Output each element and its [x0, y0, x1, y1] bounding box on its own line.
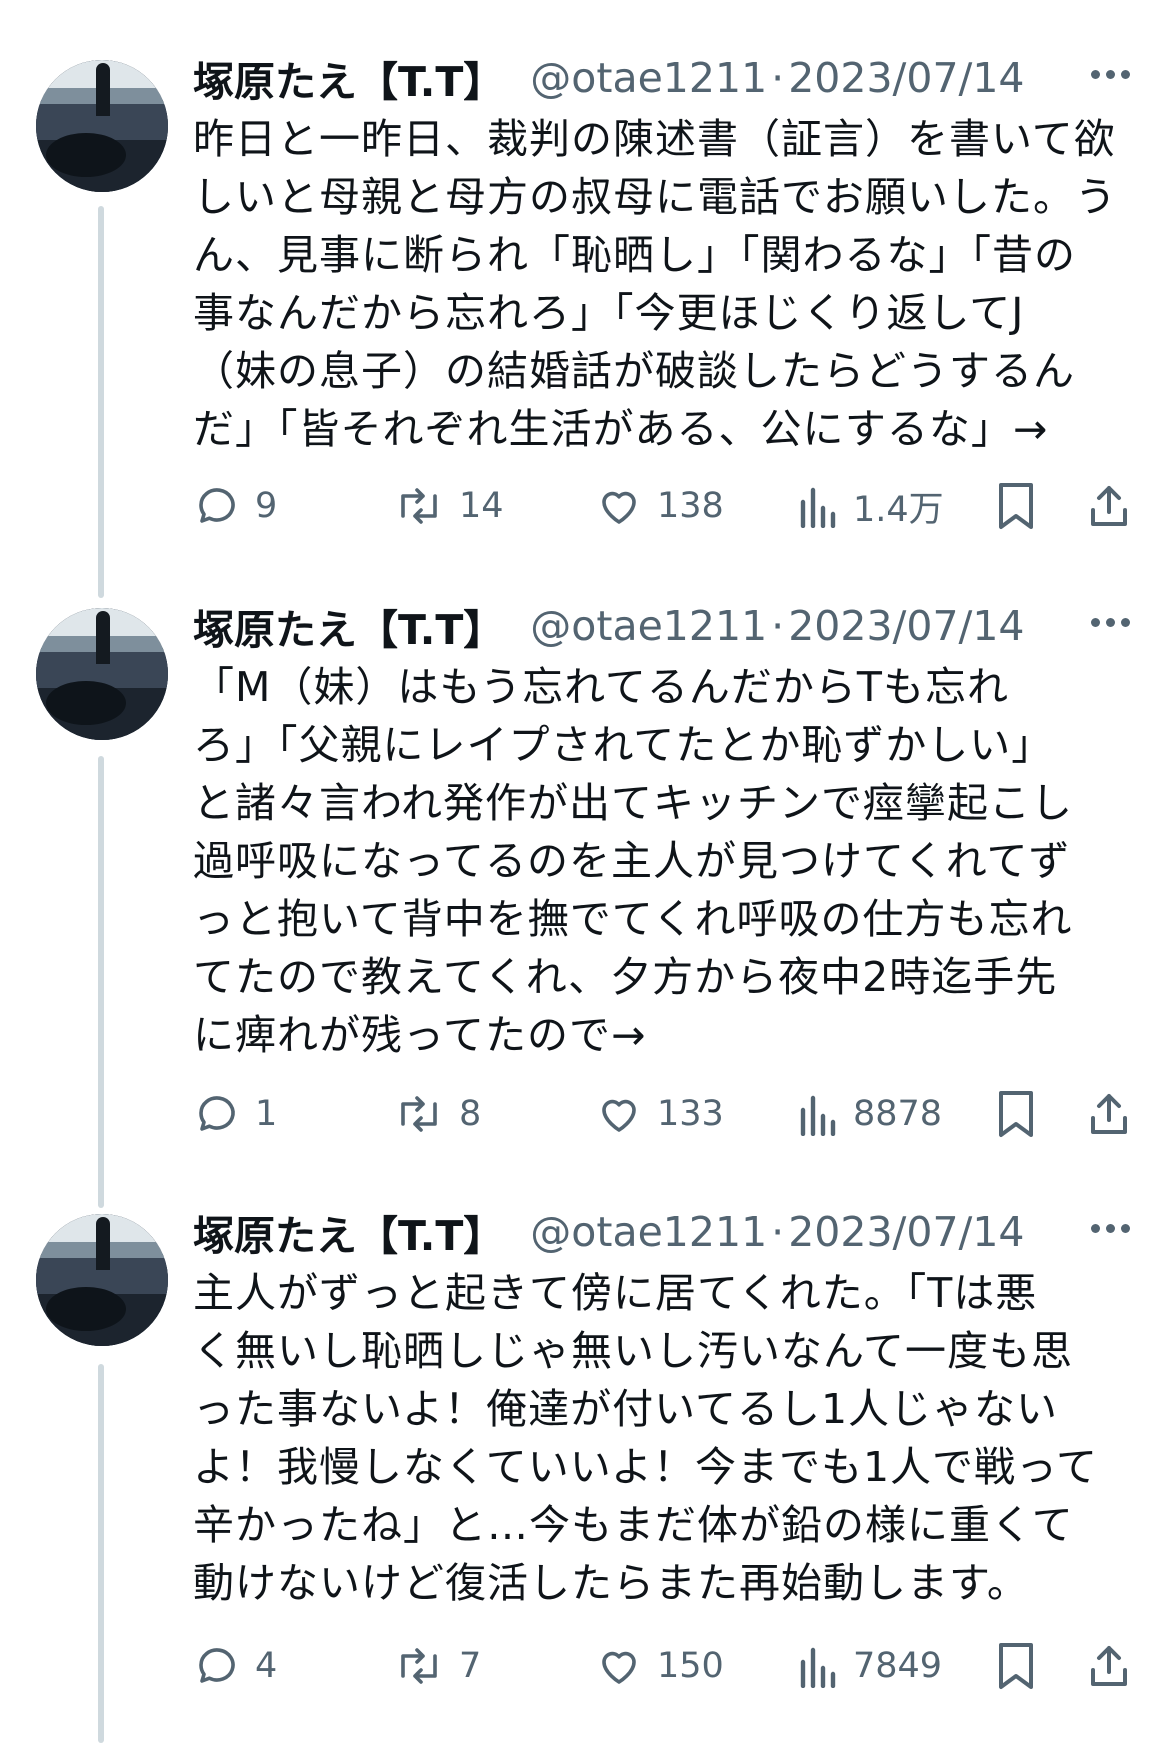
display-name[interactable]: 塚原たえ【T.T】: [193, 48, 504, 108]
tweet-text-line: （妹の息子）の結婚話が破談したらどうするん: [193, 347, 1075, 395]
retweet-count: 7: [459, 1646, 482, 1686]
more-dots-icon[interactable]: [1091, 1224, 1130, 1233]
tweet-header: 塚原たえ【T.T】 @otae1211 · 2023/07/14: [193, 1204, 1130, 1260]
tweet-header: 塚原たえ【T.T】 @otae1211 · 2023/07/14: [193, 50, 1130, 106]
retweet-count: 14: [459, 486, 504, 526]
reply-button[interactable]: 4: [193, 1636, 277, 1696]
reply-icon: [193, 482, 241, 530]
share-icon: [1085, 1642, 1133, 1690]
more-dots-icon[interactable]: [1091, 618, 1130, 627]
tweet-text-line: と諸々言われ発作が出てキッチンで痙攣起こし: [193, 779, 1073, 827]
separator: ·: [771, 602, 785, 650]
tweet-text-line: てたので教えてくれ、夕方から夜中2時迄手先: [193, 953, 1058, 1001]
reply-count: 9: [255, 486, 278, 526]
share-button[interactable]: [1085, 1084, 1133, 1144]
bookmark-button[interactable]: [995, 476, 1037, 536]
tweet-text-line: に痺れが残ってたので→: [193, 1011, 647, 1059]
display-name[interactable]: 塚原たえ【T.T】: [193, 1202, 504, 1262]
views-chart-icon: [797, 484, 839, 528]
user-handle[interactable]: @otae1211: [530, 1208, 767, 1256]
retweet-button[interactable]: 14: [393, 476, 504, 536]
reply-icon: [193, 1642, 241, 1690]
like-button[interactable]: 150: [595, 1636, 724, 1696]
tweet-text: 主人がずっと起きて傍に居てくれた。「Tは悪 く無いし恥晒しじゃ無いし汚いなんて一…: [193, 1264, 1143, 1612]
like-count: 138: [657, 486, 724, 526]
views-button[interactable]: 1.4万: [797, 476, 944, 536]
views-chart-icon: [797, 1092, 839, 1136]
reply-icon: [193, 1090, 241, 1138]
retweet-icon: [393, 1090, 445, 1138]
tweet-text-line: 昨日と一昨日、裁判の陳述書（証言）を書いて欲: [193, 115, 1116, 163]
tweet-text-line: しいと母親と母方の叔母に電話でお願いした。う: [193, 173, 1117, 221]
tweet-text-line: だ」「皆それぞれ生活がある、公にするな」→: [193, 405, 1049, 453]
tweet-text-line: ろ」「父親にレイプされてたとか恥ずかしい」: [193, 721, 1054, 769]
avatar[interactable]: [36, 60, 168, 192]
avatar[interactable]: [36, 608, 168, 740]
separator: ·: [771, 1208, 785, 1256]
thread-connector-line: [98, 206, 104, 598]
retweet-icon: [393, 482, 445, 530]
tweet-text: 「M（妹）はもう忘れてるんだからTも忘れ ろ」「父親にレイプされてたとか恥ずかし…: [193, 658, 1143, 1064]
view-count: 7849: [853, 1646, 943, 1686]
bookmark-icon: [995, 1641, 1037, 1691]
post-date[interactable]: 2023/07/14: [788, 602, 1024, 650]
views-button[interactable]: 7849: [797, 1636, 942, 1696]
avatar[interactable]: [36, 1214, 168, 1346]
tweet-header: 塚原たえ【T.T】 @otae1211 · 2023/07/14: [193, 598, 1130, 654]
tweet-text-line: 主人がずっと起きて傍に居てくれた。「Tは悪: [193, 1269, 1038, 1317]
retweet-button[interactable]: 7: [393, 1636, 481, 1696]
tweet-text-line: 辛かったね」と…今もまだ体が鉛の様に重くて: [193, 1501, 1074, 1549]
share-icon: [1085, 482, 1133, 530]
share-button[interactable]: [1085, 476, 1133, 536]
view-count: 8878: [853, 1094, 943, 1134]
heart-icon: [595, 1642, 643, 1690]
tweet-text-line: 動けないけど復活したらまた再始動します。: [193, 1559, 1029, 1607]
reply-count: 1: [255, 1094, 278, 1134]
heart-icon: [595, 1090, 643, 1138]
reply-button[interactable]: 9: [193, 476, 277, 536]
views-chart-icon: [797, 1644, 839, 1688]
tweet-text-line: 「M（妹）はもう忘れてるんだからTも忘れ: [193, 663, 1009, 711]
heart-icon: [595, 482, 643, 530]
thread-connector-line: [98, 1364, 104, 1743]
tweet-text-line: 事なんだから忘れろ」「今更ほじくり返してJ: [193, 289, 1025, 337]
tweet-text-line: く無いし恥晒しじゃ無いし汚いなんて一度も思: [193, 1327, 1073, 1375]
user-handle[interactable]: @otae1211: [530, 54, 767, 102]
retweet-count: 8: [459, 1094, 482, 1134]
display-name[interactable]: 塚原たえ【T.T】: [193, 596, 504, 656]
tweet-text: 昨日と一昨日、裁判の陳述書（証言）を書いて欲 しいと母親と母方の叔母に電話でお願…: [193, 110, 1143, 458]
bookmark-icon: [995, 481, 1037, 531]
reply-button[interactable]: 1: [193, 1084, 277, 1144]
tweet-text-line: ん、見事に断られ「恥晒し」「関わるな」「昔の: [193, 231, 1076, 279]
post-date[interactable]: 2023/07/14: [788, 54, 1024, 102]
tweet-text-line: っと抱いて背中を撫でてくれ呼吸の仕方も忘れ: [193, 895, 1073, 943]
like-count: 150: [657, 1646, 724, 1686]
more-dots-icon[interactable]: [1091, 70, 1130, 79]
separator: ·: [771, 54, 785, 102]
tweet-text-line: った事ないよ！俺達が付いてるし1人じゃない: [193, 1385, 1059, 1433]
like-button[interactable]: 138: [595, 476, 724, 536]
action-bar: 1 8 133 8878: [193, 1084, 1138, 1144]
share-icon: [1085, 1090, 1133, 1138]
bookmark-button[interactable]: [995, 1636, 1037, 1696]
user-handle[interactable]: @otae1211: [530, 602, 767, 650]
thread-connector-line: [98, 756, 104, 1208]
post-date[interactable]: 2023/07/14: [788, 1208, 1024, 1256]
retweet-icon: [393, 1642, 445, 1690]
action-bar: 4 7 150 7849: [193, 1636, 1138, 1696]
like-button[interactable]: 133: [595, 1084, 724, 1144]
action-bar: 9 14 138 1.4万: [193, 476, 1138, 536]
tweet-text-line: よ！我慢しなくていいよ！今までも1人で戦って: [193, 1443, 1098, 1491]
bookmark-button[interactable]: [995, 1084, 1037, 1144]
view-count: 1.4万: [853, 489, 944, 530]
tweet-text-line: 過呼吸になってるのを主人が見つけてくれてず: [193, 837, 1071, 885]
bookmark-icon: [995, 1089, 1037, 1139]
like-count: 133: [657, 1094, 724, 1134]
share-button[interactable]: [1085, 1636, 1133, 1696]
views-button[interactable]: 8878: [797, 1084, 942, 1144]
retweet-button[interactable]: 8: [393, 1084, 481, 1144]
reply-count: 4: [255, 1646, 278, 1686]
